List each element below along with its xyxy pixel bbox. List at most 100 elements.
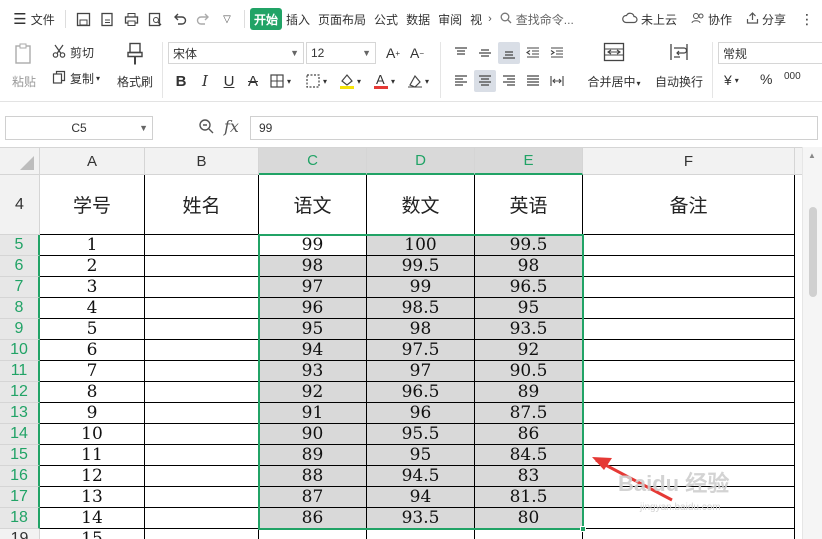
table-cell[interactable]: 5 — [40, 319, 145, 340]
table-cell[interactable] — [145, 403, 259, 424]
command-search[interactable]: 查找命令... — [500, 11, 574, 28]
strikethrough-icon[interactable]: A — [242, 70, 264, 92]
tab-page-layout[interactable]: 页面布局 — [314, 8, 370, 30]
row-header[interactable]: 18 — [0, 508, 40, 529]
vertical-scrollbar[interactable]: ▲ — [802, 147, 822, 539]
decrease-indent-icon[interactable] — [522, 42, 544, 64]
table-cell[interactable] — [145, 298, 259, 319]
row-header[interactable]: 4 — [0, 175, 40, 235]
table-cell[interactable]: 95 — [475, 298, 583, 319]
quick-access-dropdown-icon[interactable]: ▽ — [215, 6, 239, 32]
header-cell[interactable]: 英语 — [475, 175, 583, 235]
tab-insert[interactable]: 插入 — [282, 8, 314, 30]
table-cell[interactable]: 90.5 — [475, 361, 583, 382]
table-cell[interactable]: 100 — [367, 235, 475, 256]
header-cell[interactable]: 数文 — [367, 175, 475, 235]
table-cell[interactable]: 86 — [259, 508, 367, 529]
table-cell[interactable]: 92 — [259, 382, 367, 403]
font-color-dropdown-icon[interactable]: ▾ — [388, 70, 398, 92]
table-cell[interactable]: 96 — [259, 298, 367, 319]
table-cell[interactable]: 15 — [40, 529, 145, 539]
table-cell[interactable]: 98.5 — [367, 298, 475, 319]
table-cell[interactable]: 84.5 — [475, 445, 583, 466]
table-cell[interactable]: 86 — [475, 424, 583, 445]
table-cell[interactable] — [583, 529, 795, 539]
table-cell[interactable]: 89 — [475, 382, 583, 403]
table-cell[interactable]: 95 — [367, 445, 475, 466]
table-cell[interactable] — [583, 235, 795, 256]
column-header-d[interactable]: D — [367, 148, 475, 175]
table-cell[interactable]: 13 — [40, 487, 145, 508]
table-cell[interactable] — [145, 424, 259, 445]
thousands-format-button[interactable]: 000 — [784, 71, 801, 82]
table-cell[interactable]: 3 — [40, 277, 145, 298]
row-header[interactable]: 16 — [0, 466, 40, 487]
tab-data[interactable]: 数据 — [402, 8, 434, 30]
table-cell[interactable] — [583, 424, 795, 445]
table-cell[interactable] — [145, 529, 259, 539]
table-cell[interactable] — [145, 487, 259, 508]
table-cell[interactable]: 9 — [40, 403, 145, 424]
table-cell[interactable]: 94 — [259, 340, 367, 361]
align-left-icon[interactable] — [450, 70, 472, 92]
table-cell[interactable]: 2 — [40, 256, 145, 277]
table-cell[interactable]: 90 — [259, 424, 367, 445]
table-cell[interactable]: 98 — [475, 256, 583, 277]
borders-dropdown-icon[interactable]: ▾ — [284, 70, 294, 92]
table-cell[interactable] — [583, 361, 795, 382]
currency-format-button[interactable]: ¥ ▾ — [724, 72, 739, 88]
justify-icon[interactable] — [522, 70, 544, 92]
table-cell[interactable] — [583, 298, 795, 319]
table-cell[interactable]: 91 — [259, 403, 367, 424]
header-cell[interactable]: 学号 — [40, 175, 145, 235]
row-header[interactable]: 15 — [0, 445, 40, 466]
tab-home[interactable]: 开始 — [250, 8, 283, 30]
table-cell[interactable] — [583, 277, 795, 298]
decrease-font-icon[interactable]: A − — [406, 42, 428, 64]
table-cell[interactable]: 10 — [40, 424, 145, 445]
table-cell[interactable] — [145, 361, 259, 382]
table-cell[interactable]: 99 — [367, 277, 475, 298]
table-cell[interactable]: 11 — [40, 445, 145, 466]
table-cell[interactable]: 87.5 — [475, 403, 583, 424]
row-header[interactable]: 6 — [0, 256, 40, 277]
undo-icon[interactable] — [167, 6, 191, 32]
table-cell[interactable] — [367, 529, 475, 539]
table-cell[interactable]: 89 — [259, 445, 367, 466]
header-cell[interactable]: 姓名 — [145, 175, 259, 235]
font-size-select[interactable]: 12 ▼ — [306, 42, 376, 64]
distribute-icon[interactable] — [546, 70, 568, 92]
increase-font-icon[interactable]: A + — [382, 42, 404, 64]
table-cell[interactable] — [583, 256, 795, 277]
format-painter-button[interactable]: 格式刷 — [114, 42, 156, 90]
table-cell[interactable]: 92 — [475, 340, 583, 361]
table-cell[interactable]: 93 — [259, 361, 367, 382]
percent-format-button[interactable]: % — [760, 71, 772, 87]
table-cell[interactable]: 1 — [40, 235, 145, 256]
table-cell[interactable] — [475, 529, 583, 539]
conditional-fill-dropdown-icon[interactable]: ▾ — [320, 70, 330, 92]
tabs-more-icon[interactable]: › — [488, 13, 492, 25]
clear-format-dropdown-icon[interactable]: ▾ — [422, 70, 432, 92]
table-cell[interactable]: 96.5 — [475, 277, 583, 298]
table-cell[interactable]: 80 — [475, 508, 583, 529]
table-cell[interactable]: 6 — [40, 340, 145, 361]
row-header[interactable]: 13 — [0, 403, 40, 424]
table-cell[interactable]: 95 — [259, 319, 367, 340]
scrollbar-thumb[interactable] — [809, 207, 817, 297]
scroll-up-icon[interactable]: ▲ — [808, 151, 816, 160]
table-cell[interactable] — [145, 508, 259, 529]
table-cell[interactable] — [145, 235, 259, 256]
fill-color-dropdown-icon[interactable]: ▾ — [354, 70, 364, 92]
table-cell[interactable]: 97.5 — [367, 340, 475, 361]
row-header[interactable]: 9 — [0, 319, 40, 340]
table-cell[interactable] — [145, 319, 259, 340]
table-cell[interactable] — [259, 529, 367, 539]
underline-icon[interactable]: U — [218, 70, 240, 92]
table-cell[interactable] — [145, 277, 259, 298]
row-header[interactable]: 11 — [0, 361, 40, 382]
tab-formulas[interactable]: 公式 — [370, 8, 402, 30]
table-cell[interactable]: 14 — [40, 508, 145, 529]
row-header[interactable]: 14 — [0, 424, 40, 445]
table-cell[interactable]: 96.5 — [367, 382, 475, 403]
